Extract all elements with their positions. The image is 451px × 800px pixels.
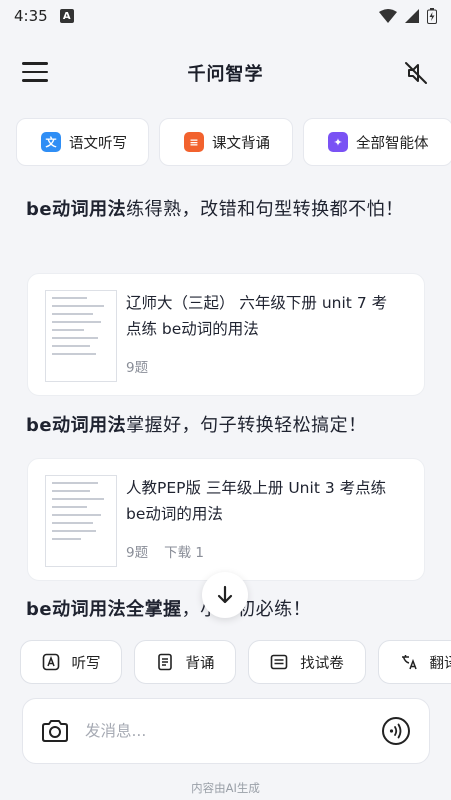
assistant-message: be动词用法练得熟，改错和句型转换都不怕！ [26, 194, 421, 226]
app-notification-icon: A [59, 9, 74, 23]
menu-icon[interactable] [22, 62, 48, 84]
status-bar: 4:35 A [0, 0, 451, 32]
quick-action-translate[interactable]: 翻译 [378, 640, 451, 684]
agent-all-agents[interactable]: ✦ 全部智能体 [303, 118, 451, 166]
camera-icon[interactable] [41, 719, 69, 743]
worksheet-title: 辽师大（三起） 六年级下册 unit 7 考点练 be动词的用法 [126, 294, 388, 338]
page-title: 千问智学 [187, 64, 264, 85]
message-text: 练得熟，改错和句型转换都不怕！ [126, 199, 404, 220]
sparkle-icon: ✦ [328, 132, 348, 152]
download-count: 下载 1 [164, 545, 204, 561]
quick-action-dictation[interactable]: 听写 [20, 640, 122, 684]
quick-action-label: 找试卷 [300, 655, 344, 672]
chinese-text-icon: 文 [41, 132, 61, 152]
ai-generated-note: 内容由AI生成 [191, 781, 260, 795]
translate-icon [400, 653, 418, 671]
worksheet-card[interactable]: 人教PEP版 三年级上册 Unit 3 考点练 be动词的用法 9题 下载 1 [27, 458, 425, 581]
quick-action-label: 听写 [71, 655, 101, 672]
quick-action-find-exam[interactable]: 找试卷 [248, 640, 366, 684]
app-header: 千问智学 [0, 50, 451, 96]
exam-paper-icon [270, 653, 288, 671]
cellular-signal-icon [405, 9, 419, 23]
status-indicators [379, 8, 437, 24]
quick-action-label: 背诵 [185, 655, 215, 672]
message-input[interactable] [85, 722, 381, 740]
recitation-icon: ≡ [184, 132, 204, 152]
wifi-icon [379, 9, 397, 23]
quick-actions: 听写 背诵 找试卷 翻译 [20, 640, 451, 684]
message-highlight: be动词用法全掌握 [26, 599, 182, 620]
agent-shortcuts: 文 语文听写 ≡ 课文背诵 ✦ 全部智能体 [16, 118, 451, 166]
voice-input-icon[interactable] [381, 716, 411, 746]
message-highlight: be动词用法 [26, 415, 127, 436]
agent-label: 全部智能体 [356, 135, 429, 152]
quick-action-label: 翻译 [429, 655, 451, 672]
question-count: 9题 [126, 545, 149, 561]
message-composer [22, 698, 430, 764]
agent-label: 语文听写 [69, 135, 127, 152]
status-time: 4:35 [14, 7, 48, 25]
assistant-message: be动词用法掌握好，句子转换轻松搞定！ [26, 410, 421, 442]
agent-chinese-dictation[interactable]: 文 语文听写 [16, 118, 149, 166]
message-text: 掌握好，句子转换轻松搞定！ [126, 415, 367, 436]
worksheet-thumbnail [45, 290, 117, 382]
worksheet-title: 人教PEP版 三年级上册 Unit 3 考点练 be动词的用法 [126, 479, 387, 523]
worksheet-thumbnail [45, 475, 117, 567]
dictation-icon [42, 653, 60, 671]
recite-icon [156, 653, 174, 671]
battery-icon [427, 8, 437, 24]
question-count: 9题 [126, 360, 149, 376]
agent-text-recitation[interactable]: ≡ 课文背诵 [159, 118, 293, 166]
worksheet-meta: 9题 [126, 356, 148, 376]
arrow-down-icon [217, 585, 233, 604]
quick-action-recite[interactable]: 背诵 [134, 640, 236, 684]
agent-label: 课文背诵 [212, 135, 270, 152]
scroll-to-bottom-button[interactable] [202, 572, 248, 618]
worksheet-card[interactable]: 辽师大（三起） 六年级下册 unit 7 考点练 be动词的用法 9题 [27, 273, 425, 396]
message-highlight: be动词用法 [26, 199, 127, 220]
worksheet-meta: 9题 下载 1 [126, 541, 204, 561]
sound-off-icon[interactable] [403, 60, 429, 86]
